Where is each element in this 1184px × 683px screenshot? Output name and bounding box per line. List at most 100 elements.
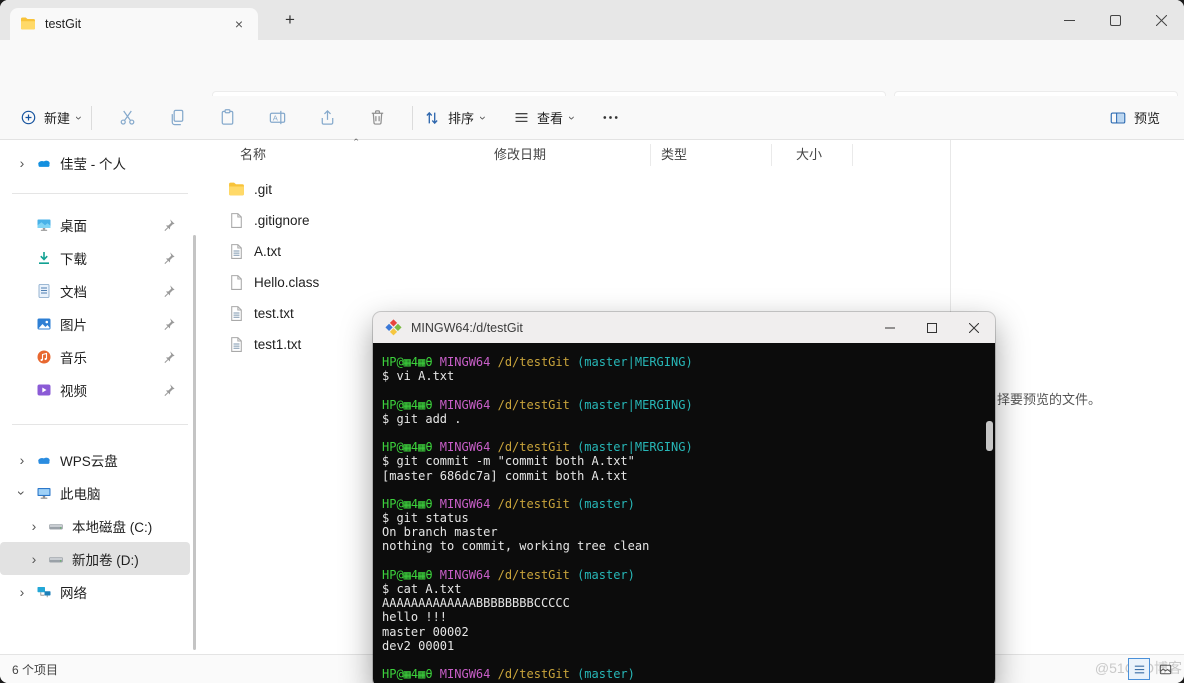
sidebar-item[interactable]: 文档	[0, 274, 190, 307]
chevron-right-icon[interactable]: ›	[14, 584, 30, 600]
paste-button[interactable]	[209, 101, 245, 135]
new-button-label: 新建	[44, 111, 71, 126]
delete-button[interactable]	[359, 101, 395, 135]
chevron-down-icon[interactable]: ›	[14, 485, 30, 501]
copy-icon	[171, 109, 183, 126]
column-header[interactable]: 名称	[240, 144, 490, 166]
terminal-line: dev2 00001	[382, 638, 455, 653]
sidebar-item-label: 音乐	[60, 350, 87, 366]
details-view-icon	[1134, 665, 1144, 673]
close-button[interactable]	[1138, 0, 1184, 40]
chevron-right-icon[interactable]: ›	[14, 452, 30, 468]
sidebar-item-label: 下载	[60, 251, 87, 267]
thumbnail-view-icon	[1159, 664, 1171, 674]
file-explorer-window: testGit × + ← → ↑ ↻ › 此电脑›新加卷 (D:)›testG…	[0, 0, 1184, 683]
terminal-minimize-button[interactable]	[869, 312, 911, 343]
share-button[interactable]	[309, 101, 345, 135]
chevron-right-icon[interactable]: ›	[26, 518, 42, 534]
sidebar-item[interactable]: › 此电脑	[0, 476, 190, 509]
maximize-button[interactable]	[1092, 0, 1138, 40]
preview-button-label: 预览	[1133, 111, 1160, 126]
terminal-title: MINGW64:/d/testGit	[411, 320, 523, 335]
terminal-line: HP@▦4▦θ MINGW64 /d/testGit (master)	[382, 667, 635, 682]
pin-icon	[162, 350, 176, 364]
git-icon	[385, 319, 402, 336]
details-view-button[interactable]	[1128, 658, 1150, 680]
document-icon	[36, 283, 52, 299]
terminal-close-button[interactable]	[953, 312, 995, 343]
view-button[interactable]: 查看 ›	[513, 108, 579, 127]
file-name: A.txt	[254, 244, 282, 259]
sort-ascending-icon: ˆ	[354, 136, 359, 151]
terminal-line: $ git add .	[382, 411, 462, 426]
sort-button[interactable]: 排序 ›	[423, 108, 490, 127]
scissors-icon	[120, 110, 134, 125]
tab-strip: testGit × +	[0, 0, 1184, 40]
computer-icon	[36, 485, 52, 501]
copy-button[interactable]	[159, 101, 195, 135]
new-tab-button[interactable]: +	[276, 6, 304, 34]
download-icon	[36, 250, 52, 266]
sidebar-scrollbar[interactable]	[193, 235, 196, 650]
sidebar-item[interactable]: › 网络	[0, 575, 190, 608]
sidebar-item[interactable]: 视频	[0, 373, 190, 406]
sidebar-item[interactable]: › 新加卷 (D:)	[0, 542, 190, 575]
terminal-body[interactable]: HP@▦4▦θ MINGW64 /d/testGit (master|MERGI…	[373, 343, 995, 683]
chevron-down-icon: ›	[565, 115, 580, 120]
minimize-button[interactable]	[1046, 0, 1092, 40]
sidebar-item[interactable]: › WPS云盘	[0, 443, 190, 476]
terminal-line: $ cat A.txt	[382, 582, 462, 596]
disk-icon	[48, 518, 64, 534]
rename-button[interactable]: A	[259, 101, 295, 135]
file-row[interactable]: .gitignore	[210, 205, 950, 236]
column-header[interactable]: 修改日期	[490, 144, 650, 166]
file-icon	[228, 243, 245, 260]
terminal-scrollbar-thumb[interactable]	[986, 421, 993, 451]
file-name: Hello.class	[254, 275, 320, 290]
column-header[interactable]: 大小	[771, 144, 853, 166]
terminal-line: HP@▦4▦θ MINGW64 /d/testGit (master)	[382, 567, 635, 582]
preview-toggle-button[interactable]: 预览	[1109, 108, 1160, 127]
sidebar-item[interactable]: › 本地磁盘 (C:)	[0, 509, 190, 542]
sidebar-item[interactable]: 桌面	[0, 208, 190, 241]
file-row[interactable]: Hello.class	[210, 267, 950, 298]
more-button[interactable]	[592, 101, 628, 135]
tab-close-icon[interactable]: ×	[230, 16, 248, 32]
sidebar-item[interactable]: 图片	[0, 307, 190, 340]
file-row[interactable]: A.txt	[210, 236, 950, 267]
pin-icon	[162, 383, 176, 397]
terminal-title-bar[interactable]: MINGW64:/d/testGit	[373, 312, 995, 343]
sidebar-item[interactable]: 音乐	[0, 340, 190, 373]
sidebar-separator	[12, 424, 188, 425]
file-row[interactable]: .git	[210, 174, 950, 205]
new-button[interactable]: 新建 ›	[20, 108, 86, 127]
pin-icon	[162, 284, 176, 298]
column-header[interactable]: 类型	[650, 144, 771, 166]
cut-button[interactable]	[109, 101, 145, 135]
plus-circle-icon	[21, 110, 36, 125]
navigation-pane: › 佳莹 - 个人桌面下载文档 图片音乐视频 › WPS云盘 › 此电脑 › 本地磁盘 (C:)…	[0, 140, 200, 655]
file-icon	[228, 336, 245, 353]
pin-icon	[162, 218, 176, 232]
terminal-line: $ vi A.txt	[382, 369, 455, 384]
items-count: 6 个项目	[12, 663, 59, 677]
terminal-maximize-button[interactable]	[911, 312, 953, 343]
chevron-right-icon[interactable]: ›	[14, 155, 30, 171]
file-name: test1.txt	[254, 337, 302, 352]
rename-icon: A	[269, 110, 285, 125]
sidebar-item[interactable]: 下载	[0, 241, 190, 274]
terminal-line: HP@▦4▦θ MINGW64 /d/testGit (master|MERGI…	[382, 397, 693, 412]
toolbar-divider	[91, 105, 93, 130]
sidebar-item[interactable]: › 佳莹 - 个人	[0, 146, 190, 179]
navigation-bar: ← → ↑ ↻ › 此电脑›新加卷 (D:)›testGit›	[0, 40, 1184, 125]
music-icon	[36, 349, 52, 365]
desktop-icon	[36, 217, 52, 233]
mingw64-terminal-window: MINGW64:/d/testGit HP@▦4▦θ MINGW64 /d/te…	[373, 312, 995, 683]
tab-testgit[interactable]: testGit ×	[10, 8, 258, 40]
thumbnail-view-button[interactable]	[1154, 658, 1176, 680]
chevron-right-icon[interactable]: ›	[26, 551, 42, 567]
sidebar-item-label: 桌面	[60, 218, 87, 234]
main-content: › 佳莹 - 个人桌面下载文档 图片音乐视频 › WPS云盘 › 此电脑 › 本地磁盘 (C:)…	[0, 136, 1184, 683]
terminal-line: AAAAAAAAAAAAABBBBBBBBCCCCC	[382, 596, 570, 611]
